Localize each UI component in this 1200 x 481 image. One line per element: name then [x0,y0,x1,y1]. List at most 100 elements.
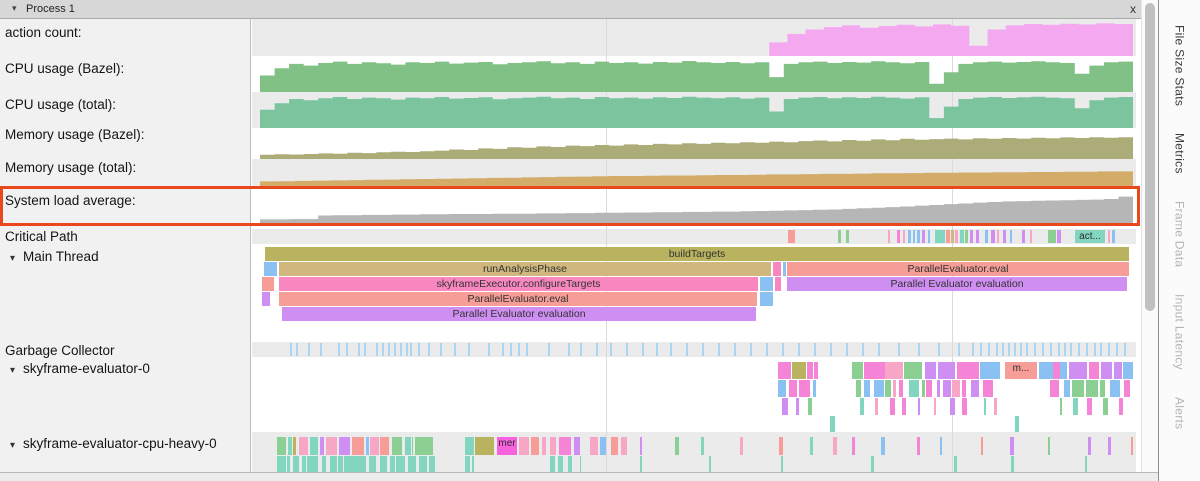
trace-segment[interactable] [908,230,911,243]
trace-segment[interactable] [559,437,571,455]
trace-segment[interactable] [531,437,539,455]
metric-chart-3[interactable] [260,130,1133,159]
trace-segment[interactable] [1073,398,1078,415]
trace-segment[interactable] [917,230,920,243]
trace-segment[interactable] [610,343,612,356]
trace-segment[interactable] [1101,362,1112,379]
trace-segment[interactable] [428,343,430,356]
trace-segment[interactable] [357,456,366,472]
trace-segment[interactable] [320,437,323,455]
trace-segment[interactable] [1087,398,1092,415]
trace-segment[interactable] [1057,230,1061,243]
trace-segment[interactable] [852,362,863,379]
trace-segment[interactable] [1131,437,1133,455]
trace-segment[interactable] [675,437,680,455]
trace-segment[interactable] [642,343,644,356]
trace-segment[interactable] [344,456,348,472]
flame-slice[interactable] [264,262,277,276]
trace-segment[interactable] [418,343,420,356]
trace-segment[interactable] [380,456,388,472]
vertical-scrollbar[interactable] [1141,0,1158,472]
trace-segment[interactable] [1064,380,1070,397]
trace-segment[interactable] [922,380,925,397]
trace-segment[interactable] [287,456,290,472]
trace-segment[interactable] [917,437,920,455]
trace-segment[interactable] [415,437,433,455]
trace-segment[interactable] [333,456,337,472]
trace-segment[interactable] [922,230,925,243]
trace-segment[interactable] [980,343,982,356]
trace-segment[interactable] [542,437,546,455]
trace-segment[interactable] [938,343,940,356]
trace-segment[interactable] [370,437,379,455]
trace-segment[interactable] [1015,416,1019,432]
trace-segment[interactable] [988,343,990,356]
trace-segment[interactable] [626,343,628,356]
trace-segment[interactable] [408,456,416,472]
trace-segment[interactable] [472,456,474,472]
trace-segment[interactable] [838,230,841,243]
trace-segment[interactable] [890,398,895,415]
trace-segment[interactable] [734,343,736,356]
trace-segment[interactable] [960,230,964,243]
trace-segment[interactable] [611,437,618,455]
trace-segment[interactable] [1124,343,1126,356]
trace-segment[interactable] [1094,343,1096,356]
trace-segment[interactable] [1070,343,1072,356]
trace-segment[interactable] [308,343,310,356]
trace-segment[interactable] [1050,380,1059,397]
trace-segment[interactable] [390,456,394,472]
trace-segment[interactable] [852,437,855,455]
trace-segment[interactable] [1060,362,1067,379]
trace-segment[interactable] [782,398,788,415]
trace-segment[interactable] [943,380,950,397]
trace-segment[interactable] [807,362,813,379]
tab-frame-data[interactable]: Frame Data [1173,201,1187,267]
trace-segment[interactable] [358,343,360,356]
trace-segment[interactable] [580,343,582,356]
trace-segment[interactable] [1034,343,1036,356]
trace-segment[interactable] [898,343,900,356]
trace-segment[interactable] [366,437,369,455]
trace-segment[interactable] [897,230,900,243]
flame-slice[interactable] [760,277,773,291]
trace-segment[interactable] [846,230,849,243]
trace-segment[interactable] [1064,343,1066,356]
trace-segment[interactable] [396,456,405,472]
flame-slice[interactable]: ParallelEvaluator.eval [279,292,757,306]
flame-slice[interactable] [783,262,786,276]
trace-segment[interactable] [718,343,720,356]
trace-segment[interactable] [1026,343,1028,356]
trace-segment[interactable] [778,380,786,397]
trace-segment[interactable] [548,343,550,356]
trace-segment[interactable] [1086,380,1097,397]
trace-segment[interactable]: m... [1005,362,1037,379]
trace-segment[interactable] [980,362,1000,379]
flame-slice[interactable] [760,292,773,306]
trace-segment[interactable] [798,343,800,356]
trace-segment[interactable] [996,343,998,356]
trace-segment[interactable] [1048,230,1056,243]
trace-segment[interactable] [799,380,810,397]
trace-segment[interactable] [1022,230,1025,243]
trace-segment[interactable] [788,230,795,243]
metric-chart-1[interactable] [260,58,1133,92]
trace-segment[interactable] [574,437,580,455]
trace-segment[interactable] [550,456,555,472]
section-label[interactable]: ▾skyframe-evaluator-cpu-heavy-0 [10,436,217,451]
vertical-scrollbar-thumb[interactable] [1145,3,1155,311]
trace-segment[interactable] [1085,456,1087,472]
trace-segment[interactable] [874,380,884,397]
trace-segment[interactable] [913,230,915,243]
trace-segment[interactable]: mer [497,437,517,455]
trace-segment[interactable] [296,343,298,356]
trace-segment[interactable] [352,437,364,455]
section-label[interactable]: ▾skyframe-evaluator-0 [10,361,150,376]
trace-segment[interactable] [568,456,572,472]
metric-chart-2[interactable] [260,94,1133,128]
trace-segment[interactable] [808,398,812,415]
trace-segment[interactable] [550,437,556,455]
trace-segment[interactable] [1110,380,1121,397]
trace-segment[interactable] [885,362,902,379]
trace-segment[interactable] [302,456,305,472]
